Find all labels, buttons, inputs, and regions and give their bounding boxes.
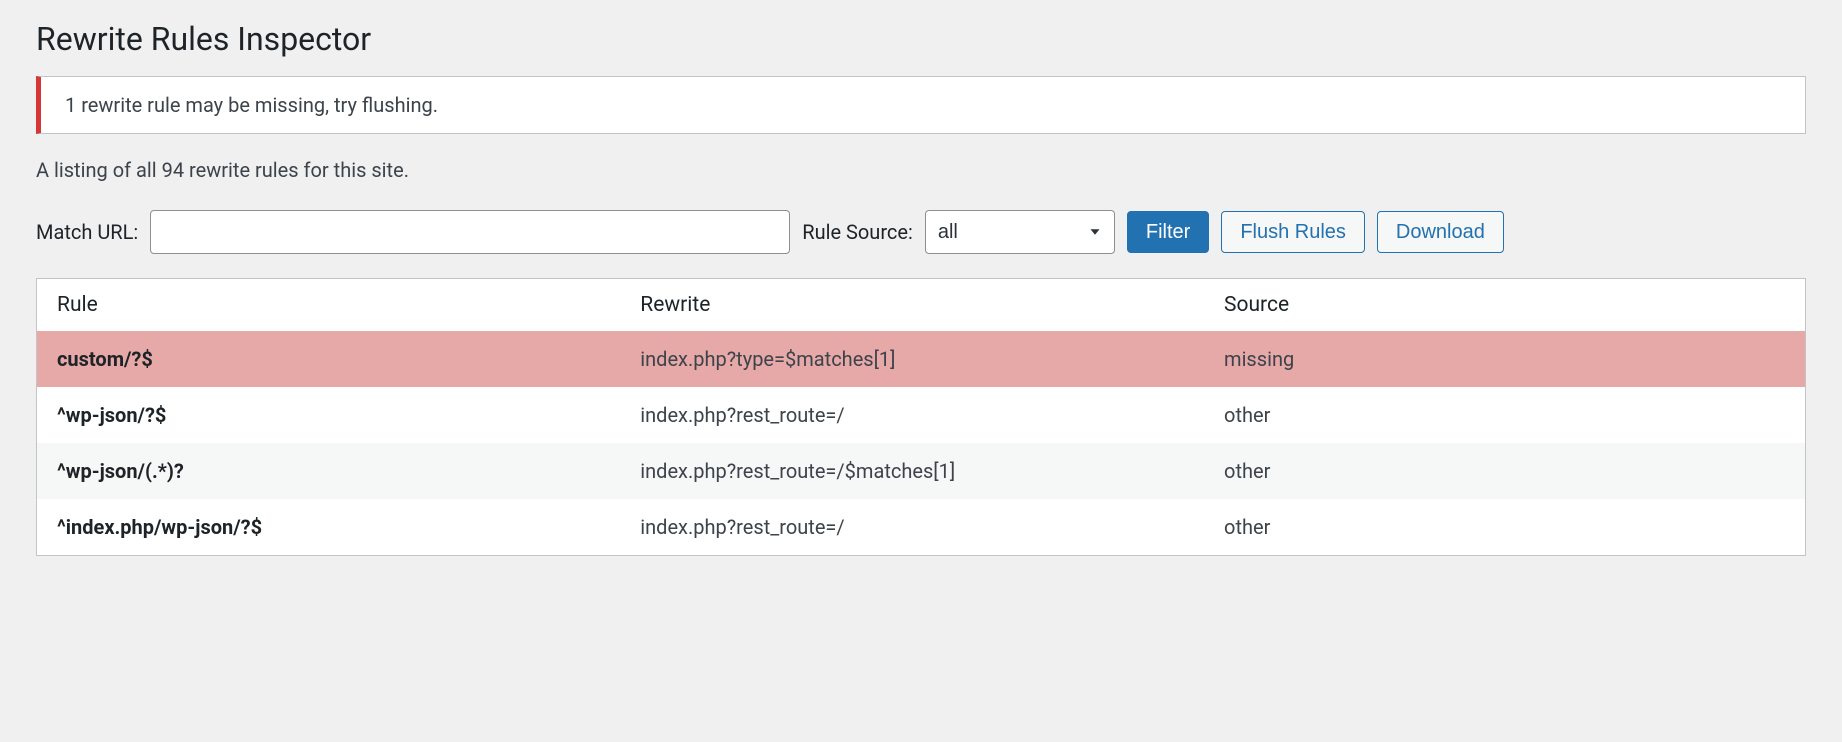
cell-source: other — [1204, 387, 1805, 443]
cell-source: missing — [1204, 331, 1805, 387]
match-url-input[interactable] — [150, 210, 790, 254]
table-row: custom/?$ index.php?type=$matches[1] mis… — [37, 331, 1806, 387]
rules-table: Rule Rewrite Source custom/?$ index.php?… — [36, 278, 1806, 556]
rule-source-label: Rule Source: — [802, 220, 913, 244]
download-button[interactable]: Download — [1377, 211, 1504, 253]
controls-bar: Match URL: Rule Source: all Filter Flush… — [36, 210, 1806, 254]
table-row: ^wp-json/?$ index.php?rest_route=/ other — [37, 387, 1806, 443]
filter-button[interactable]: Filter — [1127, 211, 1209, 253]
rule-source-select[interactable]: all — [925, 210, 1115, 254]
table-row: ^wp-json/(.*)? index.php?rest_route=/$ma… — [37, 443, 1806, 499]
page-title: Rewrite Rules Inspector — [36, 20, 1806, 58]
cell-rewrite: index.php?rest_route=/ — [620, 387, 1204, 443]
cell-rule: ^wp-json/?$ — [37, 387, 621, 443]
table-header-rewrite: Rewrite — [620, 279, 1204, 332]
table-row: ^index.php/wp-json/?$ index.php?rest_rou… — [37, 499, 1806, 556]
notice-message: 1 rewrite rule may be missing, try flush… — [65, 93, 1781, 117]
cell-rule: ^index.php/wp-json/?$ — [37, 499, 621, 556]
match-url-label: Match URL: — [36, 220, 138, 244]
table-header-row: Rule Rewrite Source — [37, 279, 1806, 332]
flush-rules-button[interactable]: Flush Rules — [1221, 211, 1365, 253]
notice-warning: 1 rewrite rule may be missing, try flush… — [36, 76, 1806, 134]
table-header-rule: Rule — [37, 279, 621, 332]
cell-rewrite: index.php?rest_route=/ — [620, 499, 1204, 556]
cell-source: other — [1204, 443, 1805, 499]
cell-rule: ^wp-json/(.*)? — [37, 443, 621, 499]
table-body: custom/?$ index.php?type=$matches[1] mis… — [37, 331, 1806, 556]
cell-rewrite: index.php?rest_route=/$matches[1] — [620, 443, 1204, 499]
cell-rewrite: index.php?type=$matches[1] — [620, 331, 1204, 387]
description-text: A listing of all 94 rewrite rules for th… — [36, 158, 1806, 182]
cell-rule: custom/?$ — [37, 331, 621, 387]
cell-source: other — [1204, 499, 1805, 556]
table-header-source: Source — [1204, 279, 1805, 332]
